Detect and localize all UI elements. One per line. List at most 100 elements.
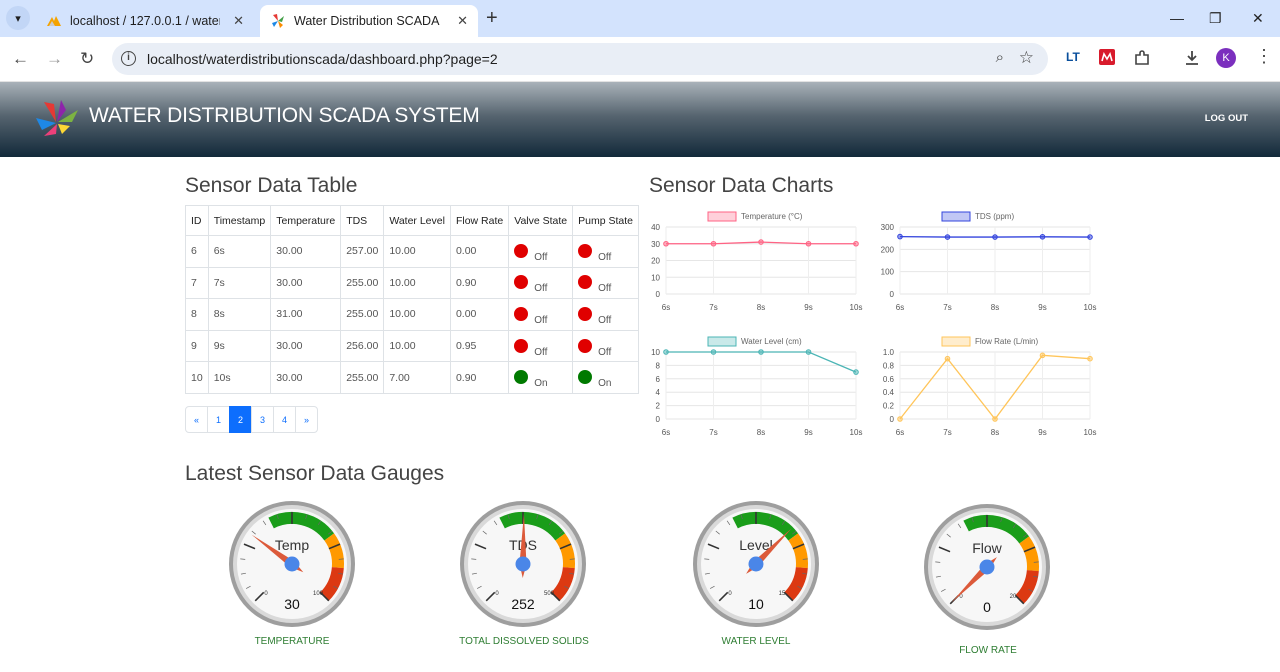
x-tick-label: 8s xyxy=(757,428,765,437)
column-header: TDS xyxy=(340,205,385,236)
gauge-hub xyxy=(515,556,531,572)
pump-state-cell: Off xyxy=(572,266,640,300)
x-tick-label: 7s xyxy=(709,303,717,312)
gauge-hub xyxy=(284,556,300,572)
gauge-max-label: 20 xyxy=(1010,594,1017,600)
state-label: Off xyxy=(534,251,548,263)
new-tab-icon[interactable]: + xyxy=(486,8,498,28)
download-icon[interactable] xyxy=(1183,49,1201,67)
tab-title: Water Distribution SCADA xyxy=(294,14,440,28)
tab-phpmyadmin[interactable]: localhost / 127.0.0.1 / waterdist ✕ xyxy=(36,5,254,37)
reload-icon[interactable]: ↻ xyxy=(80,49,94,69)
y-tick-label: 300 xyxy=(881,223,895,232)
x-tick-label: 10s xyxy=(1084,428,1097,437)
table-cell: 255.00 xyxy=(340,361,385,394)
data-point xyxy=(1087,234,1093,240)
tab-scada[interactable]: Water Distribution SCADA ✕ xyxy=(260,5,478,37)
valve-state-cell: Off xyxy=(508,235,574,268)
table-cell: 7s xyxy=(207,266,272,300)
address-bar[interactable]: i localhost/waterdistributionscada/dashb… xyxy=(112,43,1048,75)
restore-icon[interactable]: ❐ xyxy=(1209,10,1222,27)
column-header: Temperature xyxy=(270,205,342,236)
brand-title: WATER DISTRIBUTION SCADA SYSTEM xyxy=(89,104,480,127)
x-tick-label: 7s xyxy=(943,428,951,437)
x-tick-label: 6s xyxy=(896,303,904,312)
pump-state-cell: Off xyxy=(572,298,640,331)
zoom-icon[interactable]: ⌕ xyxy=(996,49,1004,66)
gauge-hub xyxy=(979,559,995,575)
minimize-icon[interactable]: — xyxy=(1170,10,1184,26)
data-point xyxy=(710,240,717,247)
state-label: Off xyxy=(598,314,612,326)
y-tick-label: 40 xyxy=(651,223,660,232)
page-prev[interactable]: « xyxy=(185,406,208,433)
column-header: Water Level xyxy=(383,205,451,236)
legend-swatch xyxy=(941,336,971,347)
status-dot-icon xyxy=(578,306,593,321)
url-text[interactable]: localhost/waterdistributionscada/dashboa… xyxy=(147,51,498,67)
data-point xyxy=(805,240,812,247)
logout-link[interactable]: LOG OUT xyxy=(1205,113,1248,124)
data-point xyxy=(944,234,951,240)
y-tick-label: 0.4 xyxy=(883,388,895,397)
status-dot-icon xyxy=(578,338,593,353)
x-tick-label: 10s xyxy=(850,303,863,312)
back-arrow-icon[interactable]: ← xyxy=(12,49,29,69)
state-label: Off xyxy=(598,251,612,263)
data-point xyxy=(805,349,812,355)
pump-state-cell: Off xyxy=(572,329,640,363)
languagetool-extension-icon[interactable]: LT xyxy=(1066,50,1080,64)
column-header: Flow Rate xyxy=(449,205,510,236)
page-link[interactable]: 3 xyxy=(251,406,274,433)
data-point xyxy=(897,416,903,422)
tab-search-chevron-icon[interactable]: ▾ xyxy=(6,6,30,30)
state-label: Off xyxy=(598,346,612,358)
table-cell: 0.00 xyxy=(449,235,510,268)
extension-red-icon[interactable] xyxy=(1099,49,1115,65)
x-tick-label: 7s xyxy=(709,428,717,437)
state-label: Off xyxy=(534,314,548,326)
water-level-chart: Water Level (cm) 0 2 4 6 8 10 6s 7s 8s 9s 10s xyxy=(651,336,862,437)
page-next[interactable]: » xyxy=(295,406,318,433)
more-menu-icon[interactable]: ⋮ xyxy=(1255,46,1273,67)
status-dot-icon xyxy=(514,275,529,290)
status-dot-icon xyxy=(578,370,593,385)
data-point xyxy=(853,369,859,375)
sensor-table-title: Sensor Data Table xyxy=(185,174,358,197)
table-row: 6 6s 30.00 257.00 10.00 0.00 Off Off xyxy=(185,235,640,268)
table-cell: 10s xyxy=(207,361,272,394)
table-cell: 8 xyxy=(185,298,209,331)
forward-arrow-icon[interactable]: → xyxy=(46,49,63,69)
bookmark-star-icon[interactable]: ☆ xyxy=(1019,48,1034,68)
table-cell: 10.00 xyxy=(383,266,451,300)
page-link[interactable]: 2 xyxy=(229,406,252,433)
gauge-caption: TEMPERATURE xyxy=(254,636,330,647)
table-cell: 30.00 xyxy=(270,235,342,268)
table-cell: 9 xyxy=(185,329,209,363)
gauge-max-label: 15 xyxy=(779,591,786,597)
site-info-icon[interactable]: i xyxy=(121,51,136,66)
table-cell: 0.00 xyxy=(449,298,510,331)
close-window-icon[interactable]: ✕ xyxy=(1252,10,1264,27)
table-cell: 256.00 xyxy=(340,329,385,363)
x-tick-label: 8s xyxy=(991,303,999,312)
table-cell: 30.00 xyxy=(270,329,342,363)
column-header: Timestamp xyxy=(207,205,272,236)
scada-logo-icon xyxy=(272,14,284,28)
data-point xyxy=(710,349,717,355)
pump-state-cell: On xyxy=(572,361,640,394)
page-link[interactable]: 1 xyxy=(207,406,230,433)
close-tab-icon[interactable]: ✕ xyxy=(233,13,244,29)
page-link[interactable]: 4 xyxy=(273,406,296,433)
data-point xyxy=(1087,355,1093,362)
state-label: On xyxy=(598,378,612,390)
table-cell: 0.90 xyxy=(449,361,510,394)
data-point xyxy=(758,239,764,245)
extensions-puzzle-icon[interactable] xyxy=(1133,49,1151,67)
profile-avatar[interactable]: K xyxy=(1216,48,1236,68)
tab-title: localhost / 127.0.0.1 / waterdist xyxy=(70,14,220,28)
close-tab-icon[interactable]: ✕ xyxy=(457,13,468,29)
x-tick-label: 7s xyxy=(943,303,951,312)
table-cell: 255.00 xyxy=(340,298,385,331)
table-cell: 6 xyxy=(185,235,209,268)
